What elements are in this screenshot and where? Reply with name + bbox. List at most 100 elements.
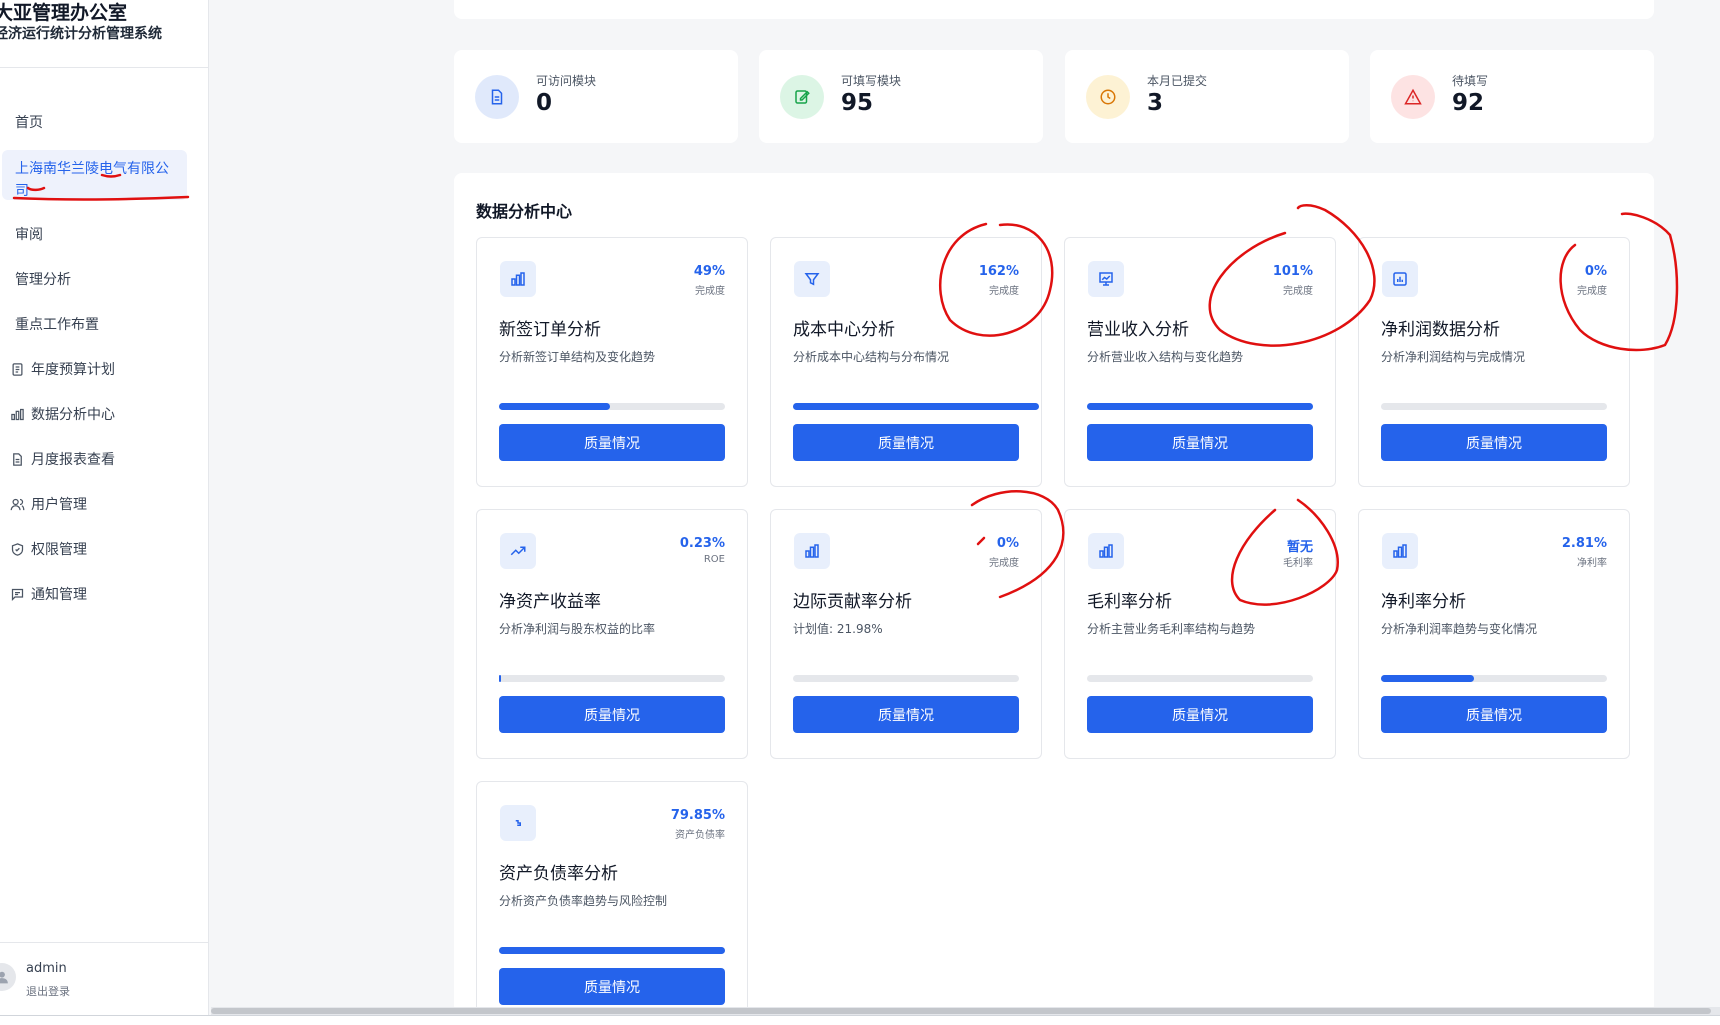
- sidebar-item-users[interactable]: 用户管理: [0, 484, 209, 524]
- sidebar-item-label: 数据分析中心: [31, 407, 115, 423]
- completion-label: 净利率: [1577, 558, 1607, 569]
- steps-icon: [500, 805, 536, 841]
- sidebar-item-label: 月度报表查看: [31, 452, 115, 468]
- completion-value: 0%: [996, 536, 1019, 551]
- bar-chart-icon: [500, 261, 536, 297]
- quality-button[interactable]: 质量情况: [499, 424, 725, 461]
- sidebar-item-annual-budget[interactable]: 年度预算计划: [0, 349, 209, 389]
- card-title: 边际贡献率分析: [793, 592, 912, 612]
- card-title: 新签订单分析: [499, 320, 601, 340]
- sidebar-item-home[interactable]: 首页: [0, 102, 209, 142]
- quality-button[interactable]: 质量情况: [1381, 424, 1607, 461]
- analysis-card: 49% 完成度 新签订单分析 分析新签订单结构及变化趋势 质量情况: [476, 237, 748, 487]
- progress-track: [1087, 675, 1313, 682]
- progress-fill: [1087, 403, 1313, 410]
- quality-button[interactable]: 质量情况: [793, 696, 1019, 733]
- stat-card-pending: 待填写 92: [1370, 50, 1654, 143]
- user-panel: admin 退出登录: [0, 942, 209, 1015]
- progress-fill: [499, 947, 725, 954]
- card-title: 净利率分析: [1381, 592, 1466, 612]
- sidebar-item-data-center[interactable]: 数据分析中心: [0, 394, 209, 434]
- quality-button[interactable]: 质量情况: [499, 696, 725, 733]
- shield-icon: [9, 541, 25, 557]
- card-description: 分析净利润结构与完成情况: [1381, 350, 1526, 364]
- stat-value: 95: [841, 90, 874, 116]
- clock-icon: [1086, 75, 1130, 119]
- completion-label: 资产负债率: [675, 830, 725, 841]
- card-title: 净资产收益率: [499, 592, 601, 612]
- sidebar-item-label: 重点工作布置: [15, 317, 99, 333]
- progress-track: [499, 675, 725, 682]
- bar-chart-icon: [794, 533, 830, 569]
- sidebar-item-company[interactable]: 上海南华兰陵电气有限公司: [2, 150, 187, 200]
- completion-label: 完成度: [989, 558, 1019, 569]
- card-title: 净利润数据分析: [1381, 320, 1500, 340]
- sidebar-item-key-work[interactable]: 重点工作布置: [0, 304, 209, 344]
- progress-track: [499, 403, 725, 410]
- document-icon: [9, 451, 25, 467]
- sidebar-item-label: 用户管理: [31, 497, 87, 513]
- presentation-chart-icon: [1088, 261, 1124, 297]
- horizontal-scrollbar[interactable]: [211, 1007, 1720, 1015]
- quality-button[interactable]: 质量情况: [499, 968, 725, 1005]
- quality-button[interactable]: 质量情况: [1381, 696, 1607, 733]
- analysis-card: 101% 完成度 营业收入分析 分析营业收入结构与变化趋势 质量情况: [1064, 237, 1336, 487]
- sidebar-item-label: 上海南华兰陵电气有限公司: [15, 161, 169, 199]
- chart-square-icon: [1382, 261, 1418, 297]
- analysis-card: 0% 完成度 边际贡献率分析 计划值: 21.98% 质量情况: [770, 509, 1042, 759]
- sidebar-item-notifications[interactable]: 通知管理: [0, 574, 209, 614]
- sidebar-item-label: 管理分析: [15, 272, 71, 288]
- stat-label: 本月已提交: [1147, 74, 1208, 88]
- quality-button[interactable]: 质量情况: [1087, 696, 1313, 733]
- completion-label: 完成度: [1283, 286, 1313, 297]
- stat-label: 可填写模块: [841, 74, 902, 88]
- stat-value: 0: [536, 90, 553, 116]
- stat-card-submitted: 本月已提交 3: [1065, 50, 1349, 143]
- quality-button[interactable]: 质量情况: [793, 424, 1019, 461]
- completion-label: 完成度: [695, 286, 725, 297]
- card-description: 分析净利润率趋势与变化情况: [1381, 622, 1538, 636]
- avatar[interactable]: [0, 963, 16, 991]
- completion-label: ROE: [703, 554, 725, 565]
- sidebar-item-management-analysis[interactable]: 管理分析: [0, 259, 209, 299]
- completion-value: 101%: [1272, 264, 1313, 279]
- card-title: 营业收入分析: [1087, 320, 1189, 340]
- analysis-card: 暂无 毛利率 毛利率分析 分析主营业务毛利率结构与趋势 质量情况: [1064, 509, 1336, 759]
- sidebar-item-review[interactable]: 审阅: [0, 214, 209, 254]
- message-icon: [9, 586, 25, 602]
- progress-track: [499, 947, 725, 954]
- logout-link[interactable]: 退出登录: [26, 983, 70, 999]
- filter-icon: [794, 261, 830, 297]
- brand: 大亚管理办公室 经济运行统计分析管理系统: [0, 0, 209, 68]
- stat-label: 可访问模块: [536, 74, 597, 88]
- users-icon: [9, 496, 25, 512]
- progress-track: [793, 403, 1039, 410]
- card-description: 计划值: 21.98%: [793, 622, 883, 636]
- sidebar-item-label: 审阅: [15, 227, 43, 243]
- completion-value: 2.81%: [1561, 536, 1607, 551]
- stat-value: 92: [1452, 90, 1485, 116]
- sidebar-item-monthly-report[interactable]: 月度报表查看: [0, 439, 209, 479]
- sidebar-item-permissions[interactable]: 权限管理: [0, 529, 209, 569]
- completion-value: 0%: [1584, 264, 1607, 279]
- card-title: 成本中心分析: [793, 320, 895, 340]
- scrollbar-thumb[interactable]: [211, 1008, 1711, 1014]
- analysis-card: 162% 完成度 成本中心分析 分析成本中心结构与分布情况 质量情况: [770, 237, 1042, 487]
- clipboard-icon: [9, 361, 25, 377]
- user-name: admin: [26, 961, 67, 976]
- card-title: 资产负债率分析: [499, 864, 618, 884]
- analysis-card: 79.85% 资产负债率 资产负债率分析 分析资产负债率趋势与风险控制 质量情况: [476, 781, 748, 1021]
- quality-button[interactable]: 质量情况: [1087, 424, 1313, 461]
- card-description: 分析营业收入结构与变化趋势: [1087, 350, 1244, 364]
- bar-chart-icon: [9, 406, 25, 422]
- stat-value: 3: [1147, 90, 1164, 116]
- top-panel: [454, 0, 1654, 19]
- stat-card-fillable: 可填写模块 95: [759, 50, 1043, 143]
- progress-track: [1381, 403, 1607, 410]
- progress-track: [1087, 403, 1313, 410]
- progress-fill: [499, 403, 610, 410]
- progress-track: [1381, 675, 1607, 682]
- brand-title: 大亚管理办公室: [0, 2, 128, 24]
- sidebar-item-label: 通知管理: [31, 587, 87, 603]
- progress-fill: [1381, 675, 1474, 682]
